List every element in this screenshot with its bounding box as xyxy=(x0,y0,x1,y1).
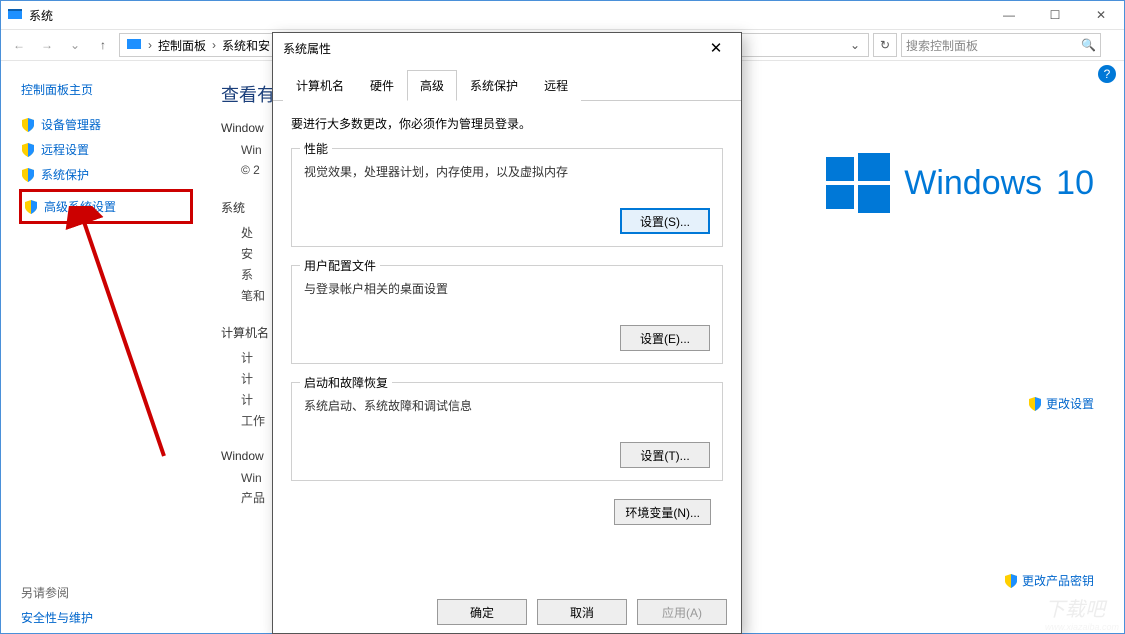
search-placeholder: 搜索控制面板 xyxy=(906,37,978,54)
chevron-down-icon[interactable]: ⌄ xyxy=(844,38,866,52)
dialog-title: 系统属性 xyxy=(283,40,701,57)
sidebar-item-device-manager[interactable]: 设备管理器 xyxy=(21,112,191,137)
shield-icon xyxy=(21,118,35,132)
group-desc: 视觉效果，处理器计划，内存使用，以及虚拟内存 xyxy=(304,163,710,180)
sidebar-item-label: 远程设置 xyxy=(41,141,89,158)
up-button[interactable]: ↑ xyxy=(91,33,115,57)
window-title: 系统 xyxy=(29,7,53,24)
environment-variables-button[interactable]: 环境变量(N)... xyxy=(614,499,711,525)
tab-protection[interactable]: 系统保护 xyxy=(457,70,531,101)
sidebar-item-protection[interactable]: 系统保护 xyxy=(21,162,191,187)
forward-button[interactable]: → xyxy=(35,33,59,57)
breadcrumb-item[interactable]: 系统和安 xyxy=(218,34,274,56)
control-panel-home-link[interactable]: 控制面板主页 xyxy=(21,81,191,98)
performance-settings-button[interactable]: 设置(S)... xyxy=(620,208,710,234)
refresh-button[interactable]: ↻ xyxy=(873,33,897,57)
right-column: Windows 10 更改设置 更改产品密钥 xyxy=(826,151,1094,589)
tab-computer-name[interactable]: 计算机名 xyxy=(283,70,357,101)
sidebar-item-label: 系统保护 xyxy=(41,166,89,183)
shield-icon xyxy=(1004,574,1018,588)
breadcrumb-item[interactable]: 控制面板 xyxy=(154,34,210,56)
minimize-button[interactable]: — xyxy=(986,1,1032,29)
tab-remote[interactable]: 远程 xyxy=(531,70,581,101)
sidebar: 控制面板主页 设备管理器 远程设置 系统保护 高级系统设置 另请参阅 安全性与维… xyxy=(1,61,201,633)
cancel-button[interactable]: 取消 xyxy=(537,599,627,625)
maximize-button[interactable]: ☐ xyxy=(1032,1,1078,29)
logo-text: Windows xyxy=(904,164,1042,203)
computer-icon xyxy=(126,37,142,53)
see-also-heading: 另请参阅 xyxy=(21,584,191,601)
back-button[interactable]: ← xyxy=(7,33,31,57)
group-startup-recovery: 启动和故障恢复 系统启动、系统故障和调试信息 设置(T)... xyxy=(291,382,723,481)
ok-button[interactable]: 确定 xyxy=(437,599,527,625)
dialog-close-button[interactable]: ✕ xyxy=(701,33,731,63)
group-desc: 系统启动、系统故障和调试信息 xyxy=(304,397,710,414)
group-legend: 性能 xyxy=(300,140,332,157)
tab-hardware[interactable]: 硬件 xyxy=(357,70,407,101)
shield-icon xyxy=(21,168,35,182)
dialog-titlebar: 系统属性 ✕ xyxy=(273,33,741,63)
windows-logo: Windows 10 xyxy=(826,151,1094,215)
group-legend: 启动和故障恢复 xyxy=(300,374,392,391)
search-icon: 🔍 xyxy=(1081,38,1096,52)
windows-icon xyxy=(826,151,890,215)
shield-icon xyxy=(1028,397,1042,411)
close-button[interactable]: ✕ xyxy=(1078,1,1124,29)
group-legend: 用户配置文件 xyxy=(300,257,380,274)
chevron-right-icon: › xyxy=(146,38,154,52)
startup-settings-button[interactable]: 设置(T)... xyxy=(620,442,710,468)
user-profiles-settings-button[interactable]: 设置(E)... xyxy=(620,325,710,351)
sidebar-item-advanced[interactable]: 高级系统设置 xyxy=(19,189,193,224)
sidebar-item-label: 设备管理器 xyxy=(41,116,101,133)
app-icon xyxy=(7,7,23,23)
admin-note: 要进行大多数更改，你必须作为管理员登录。 xyxy=(291,115,723,132)
dialog-tabs: 计算机名 硬件 高级 系统保护 远程 xyxy=(273,63,741,101)
shield-icon xyxy=(21,143,35,157)
recent-dropdown[interactable]: ⌄ xyxy=(63,33,87,57)
help-button[interactable]: ? xyxy=(1098,65,1116,83)
search-input[interactable]: 搜索控制面板 🔍 xyxy=(901,33,1101,57)
sidebar-item-remote[interactable]: 远程设置 xyxy=(21,137,191,162)
shield-icon xyxy=(24,200,38,214)
group-performance: 性能 视觉效果，处理器计划，内存使用，以及虚拟内存 设置(S)... xyxy=(291,148,723,247)
chevron-right-icon: › xyxy=(210,38,218,52)
change-product-key-link[interactable]: 更改产品密钥 xyxy=(826,572,1094,589)
titlebar: 系统 — ☐ ✕ xyxy=(1,1,1124,29)
see-also-link[interactable]: 安全性与维护 xyxy=(21,611,93,625)
logo-text: 10 xyxy=(1056,164,1094,203)
dialog-footer: 确定 取消 应用(A) xyxy=(437,599,727,625)
group-desc: 与登录帐户相关的桌面设置 xyxy=(304,280,710,297)
group-user-profiles: 用户配置文件 与登录帐户相关的桌面设置 设置(E)... xyxy=(291,265,723,364)
system-properties-dialog: 系统属性 ✕ 计算机名 硬件 高级 系统保护 远程 要进行大多数更改，你必须作为… xyxy=(272,32,742,634)
change-settings-link[interactable]: 更改设置 xyxy=(826,395,1094,412)
dialog-body: 要进行大多数更改，你必须作为管理员登录。 性能 视觉效果，处理器计划，内存使用，… xyxy=(273,101,741,547)
sidebar-item-label: 高级系统设置 xyxy=(44,198,116,215)
apply-button[interactable]: 应用(A) xyxy=(637,599,727,625)
tab-advanced[interactable]: 高级 xyxy=(407,70,457,101)
